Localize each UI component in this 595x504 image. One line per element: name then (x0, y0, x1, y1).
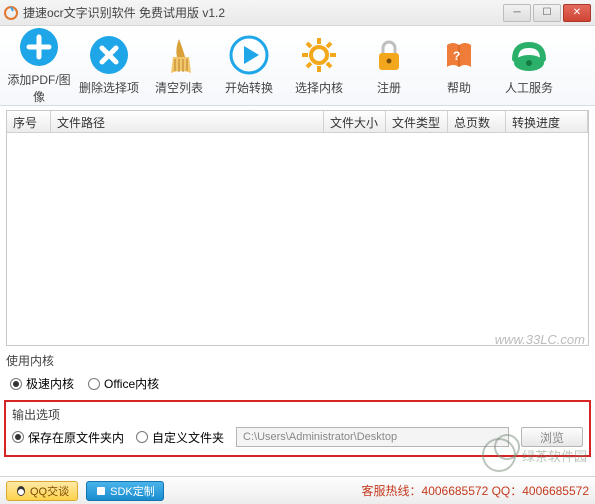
radio-office-kernel[interactable]: Office内核 (88, 375, 159, 392)
register-button[interactable]: 注册 (356, 35, 422, 96)
qq-label: QQ交谈 (30, 483, 69, 499)
add-file-button[interactable]: 添加PDF/图像 (6, 27, 72, 105)
plus-icon (19, 27, 59, 67)
col-progress[interactable]: 转换进度 (506, 111, 588, 132)
kernel-button[interactable]: 选择内核 (286, 35, 352, 96)
table-header: 序号 文件路径 文件大小 文件类型 总页数 转换进度 (7, 111, 588, 133)
toolbar: 添加PDF/图像 删除选择项 清空列表 开始转换 选择内核 注册 ? 帮助 (0, 26, 595, 106)
window-title: 捷速ocr文字识别软件 免费试用版 v1.2 (23, 4, 503, 21)
gear-icon (299, 35, 339, 75)
col-type[interactable]: 文件类型 (386, 111, 448, 132)
radio-icon (136, 431, 148, 443)
lock-icon (369, 35, 409, 75)
titlebar: 捷速ocr文字识别软件 免费试用版 v1.2 ─ ☐ ✕ (0, 0, 595, 26)
save-original-label: 保存在原文件夹内 (28, 429, 124, 446)
tool-icon (95, 485, 107, 497)
remove-button[interactable]: 删除选择项 (76, 35, 142, 96)
footer: QQ交谈 SDK定制 客服热线：4006685572 QQ：4006685572 (0, 476, 595, 504)
browse-button[interactable]: 浏览 (521, 427, 583, 447)
clear-button[interactable]: 清空列表 (146, 35, 212, 96)
start-label: 开始转换 (225, 79, 273, 96)
radio-fast-kernel[interactable]: 极速内核 (10, 375, 74, 392)
output-path-input[interactable] (236, 427, 509, 447)
col-pages[interactable]: 总页数 (448, 111, 506, 132)
radio-icon (10, 378, 22, 390)
table-body[interactable] (7, 133, 588, 345)
qq-chat-button[interactable]: QQ交谈 (6, 481, 78, 501)
kernel-section-label: 使用内核 (6, 352, 589, 369)
col-seq[interactable]: 序号 (7, 111, 51, 132)
col-size[interactable]: 文件大小 (324, 111, 386, 132)
remove-label: 删除选择项 (79, 79, 139, 96)
radio-icon (12, 431, 24, 443)
save-custom-label: 自定义文件夹 (152, 429, 224, 446)
sdk-label: SDK定制 (110, 483, 155, 499)
qq-icon (15, 485, 27, 497)
radio-fast-label: 极速内核 (26, 375, 74, 392)
window-controls: ─ ☐ ✕ (503, 4, 591, 22)
phone-icon (509, 35, 549, 75)
sdk-button[interactable]: SDK定制 (86, 481, 164, 501)
radio-save-custom[interactable]: 自定义文件夹 (136, 429, 224, 446)
x-icon (89, 35, 129, 75)
kernel-label: 选择内核 (295, 79, 343, 96)
clear-label: 清空列表 (155, 79, 203, 96)
hotline-text: 客服热线：4006685572 QQ：4006685572 (362, 482, 589, 499)
radio-save-original[interactable]: 保存在原文件夹内 (12, 429, 124, 446)
start-button[interactable]: 开始转换 (216, 35, 282, 96)
service-button[interactable]: 人工服务 (496, 35, 562, 96)
radio-icon (88, 378, 100, 390)
maximize-button[interactable]: ☐ (533, 4, 561, 22)
help-button[interactable]: ? 帮助 (426, 35, 492, 96)
svg-text:?: ? (453, 49, 460, 63)
book-icon: ? (439, 35, 479, 75)
col-path[interactable]: 文件路径 (51, 111, 324, 132)
add-file-label: 添加PDF/图像 (6, 71, 72, 105)
file-table: 序号 文件路径 文件大小 文件类型 总页数 转换进度 (6, 110, 589, 346)
app-icon (4, 6, 18, 20)
register-label: 注册 (377, 79, 401, 96)
close-button[interactable]: ✕ (563, 4, 591, 22)
service-label: 人工服务 (505, 79, 553, 96)
broom-icon (159, 35, 199, 75)
radio-office-label: Office内核 (104, 375, 159, 392)
help-label: 帮助 (447, 79, 471, 96)
output-section: 输出选项 保存在原文件夹内 自定义文件夹 浏览 (4, 400, 591, 457)
minimize-button[interactable]: ─ (503, 4, 531, 22)
output-section-label: 输出选项 (12, 406, 583, 423)
play-icon (229, 35, 269, 75)
kernel-section: 使用内核 极速内核 Office内核 (6, 352, 589, 394)
